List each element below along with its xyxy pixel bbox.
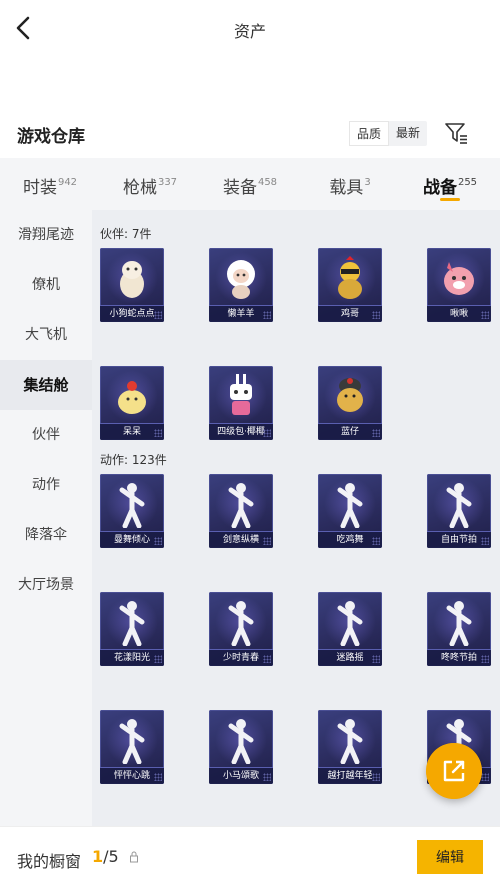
card-dots (154, 537, 162, 545)
tab-weapons[interactable]: 枪械337 (100, 158, 200, 210)
card-dots (154, 311, 162, 319)
showcase-bar: 我的橱窗 1/5 编辑 (0, 826, 500, 885)
emote-pose-icon (228, 483, 254, 528)
tab-equipment[interactable]: 装备458 (200, 158, 300, 210)
card-dots (154, 773, 162, 781)
item-grid: 伙伴: 7件 动作: 123件 小狗蛇点点 懒羊羊 鸡哥 啾啾呆呆 四级包·椰椰 蓝仔曼舞… (92, 210, 500, 830)
companion-card[interactable]: 啾啾 (427, 248, 491, 322)
card-dots (154, 429, 162, 437)
emote-card[interactable]: 曼舞倾心 (100, 474, 164, 548)
sidebar-item-big-plane[interactable]: 大飞机 (0, 310, 92, 360)
companion-card[interactable]: 小狗蛇点点 (100, 248, 164, 322)
sidebar-item-parachute[interactable]: 降落伞 (0, 510, 92, 560)
emote-pose-icon (446, 483, 472, 528)
filter-icon[interactable] (444, 122, 468, 144)
emote-pose-icon (119, 601, 145, 646)
emote-card[interactable]: 剑意纵横 (209, 474, 273, 548)
sidebar-item-glide-trail[interactable]: 滑翔尾迹 (0, 210, 92, 260)
emote-pose-icon (119, 483, 145, 528)
companion-figure-icon (338, 256, 362, 299)
card-dots (481, 537, 489, 545)
assets-page: 资产 游戏仓库 品质 最新 时装942 枪械337 装备458 载具3 战备25… (0, 0, 500, 885)
emote-card[interactable]: 花漾阳光 (100, 592, 164, 666)
card-dots (481, 655, 489, 663)
edit-button[interactable]: 编辑 (417, 840, 483, 874)
emote-card[interactable]: 少时青春 (209, 592, 273, 666)
sort-quality-button[interactable]: 品质 (349, 121, 390, 146)
lock-icon (130, 851, 138, 863)
emote-pose-icon (228, 719, 254, 764)
emote-pose-icon (337, 719, 363, 764)
companion-figure-icon (444, 262, 474, 295)
tab-combat-prep[interactable]: 战备255 (400, 158, 500, 210)
emote-pose-icon (119, 719, 145, 764)
companion-card[interactable]: 蓝仔 (318, 366, 382, 440)
sidebar: 滑翔尾迹 僚机 大飞机 集结舱 伙伴 动作 降落伞 大厅场景 (0, 210, 92, 830)
companion-figure-icon (230, 374, 252, 415)
tab-fashion[interactable]: 时装942 (0, 158, 100, 210)
emote-pose-icon (446, 601, 472, 646)
emote-card[interactable]: 小马頌歌 (209, 710, 273, 784)
card-dots (481, 773, 489, 781)
card-dots (372, 655, 380, 663)
card-dots (372, 311, 380, 319)
card-dots (263, 655, 271, 663)
card-dots (263, 537, 271, 545)
group-label-companion: 伙伴: 7件 (100, 227, 152, 241)
category-tabs: 时装942 枪械337 装备458 载具3 战备255 (0, 158, 500, 210)
card-dots (263, 773, 271, 781)
card-dots (263, 429, 271, 437)
emote-card[interactable]: 迷路摇 (318, 592, 382, 666)
showcase-label: 我的橱窗 (17, 852, 82, 871)
companion-card[interactable]: 鸡哥 (318, 248, 382, 322)
companion-card[interactable]: 四级包·椰椰 (209, 366, 273, 440)
emote-card[interactable]: 自由节拍 (427, 474, 491, 548)
sidebar-item-wingman[interactable]: 僚机 (0, 260, 92, 310)
card-dots (481, 311, 489, 319)
companion-figure-icon (118, 381, 146, 414)
emote-card[interactable]: 吃鸡舞 (318, 474, 382, 548)
sidebar-item-emote[interactable]: 动作 (0, 460, 92, 510)
emote-pose-icon (228, 601, 254, 646)
sidebar-item-assembly-pod[interactable]: 集结舱 (0, 360, 92, 410)
card-dots (263, 311, 271, 319)
tab-vehicles[interactable]: 载具3 (300, 158, 400, 210)
section-title: 游戏仓库 (17, 127, 85, 147)
card-dots (154, 655, 162, 663)
card-dots (372, 773, 380, 781)
card-dots (372, 429, 380, 437)
emote-pose-icon (337, 483, 363, 528)
companion-card[interactable]: 呆呆 (100, 366, 164, 440)
sidebar-item-lobby-scene[interactable]: 大厅场景 (0, 560, 92, 610)
share-edit-button[interactable] (426, 743, 482, 799)
emote-card[interactable]: 越打越年轻 (318, 710, 382, 784)
card-dots (372, 537, 380, 545)
companion-card[interactable]: 懒羊羊 (209, 248, 273, 322)
emote-card[interactable]: 怦怦心跳 (100, 710, 164, 784)
sidebar-item-companion[interactable]: 伙伴 (0, 410, 92, 460)
page-title: 资产 (233, 22, 266, 41)
emote-pose-icon (337, 601, 363, 646)
sort-toggle: 品质 最新 (349, 121, 428, 146)
showcase-count: 1/5 (92, 847, 119, 866)
group-label-emote: 动作: 123件 (100, 453, 167, 467)
companion-figure-icon (227, 260, 255, 299)
companion-figure-icon (337, 378, 363, 412)
sort-latest-button[interactable]: 最新 (389, 121, 427, 146)
active-tab-indicator (440, 198, 460, 201)
emote-card[interactable]: 咚咚节拍 (427, 592, 491, 666)
companion-figure-icon (120, 261, 144, 298)
